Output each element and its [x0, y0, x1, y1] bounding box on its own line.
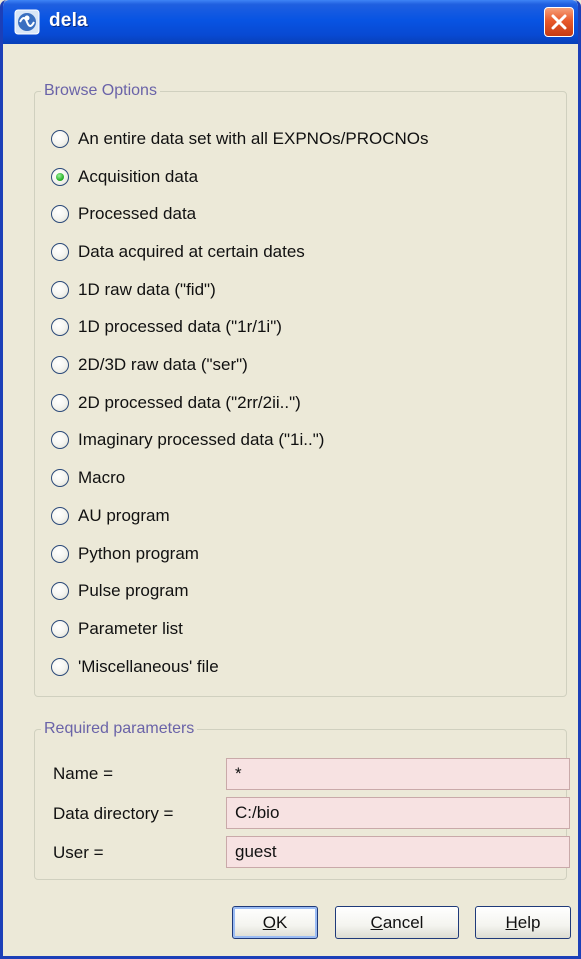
browse-options-legend: Browse Options [44, 82, 157, 99]
radio-label: Processed data [78, 204, 197, 223]
radio-indicator[interactable] [51, 582, 69, 600]
radio-label: Parameter list [78, 619, 183, 638]
radio-au-program[interactable]: AU program [51, 503, 170, 529]
radio-imaginary-processed-data[interactable]: Imaginary processed data ("1i..") [51, 427, 324, 453]
radio-indicator[interactable] [51, 356, 69, 374]
radio-1d-processed-data[interactable]: 1D processed data ("1r/1i") [51, 314, 282, 340]
dela-dialog: dela Browse Options An entire data set w… [0, 0, 581, 959]
radio-acquisition-data[interactable]: Acquisition data [51, 164, 198, 190]
window-title: dela [49, 10, 88, 31]
radio-label: 2D/3D raw data ("ser") [78, 355, 248, 374]
radio-2d3d-raw-data[interactable]: 2D/3D raw data ("ser") [51, 352, 248, 378]
name-label: Name = [53, 764, 113, 783]
name-field[interactable] [226, 758, 570, 790]
radio-label: 2D processed data ("2rr/2ii..") [78, 393, 301, 412]
cancel-label-rest: ancel [382, 912, 424, 932]
radio-indicator[interactable] [51, 168, 69, 186]
ok-button[interactable]: OK [232, 906, 318, 939]
radio-data-by-date[interactable]: Data acquired at certain dates [51, 239, 305, 265]
radio-miscellaneous-file[interactable]: 'Miscellaneous' file [51, 654, 219, 680]
radio-indicator[interactable] [51, 658, 69, 676]
radio-processed-data[interactable]: Processed data [51, 201, 196, 227]
radio-indicator[interactable] [51, 243, 69, 261]
user-label: User = [53, 843, 104, 862]
ok-label-rest: K [275, 912, 288, 932]
radio-indicator[interactable] [51, 545, 69, 563]
radio-indicator[interactable] [51, 620, 69, 638]
help-label-rest: elp [517, 912, 541, 932]
help-mnemonic: H [505, 912, 518, 932]
radio-label: Macro [78, 468, 126, 487]
cancel-button[interactable]: Cancel [335, 906, 459, 939]
radio-label: AU program [78, 506, 170, 525]
title-bar[interactable]: dela [3, 0, 578, 44]
radio-label: 1D raw data ("fid") [78, 280, 216, 299]
radio-indicator[interactable] [51, 507, 69, 525]
radio-label: 1D processed data ("1r/1i") [78, 317, 282, 336]
required-parameters-legend: Required parameters [44, 720, 195, 737]
radio-label: Acquisition data [78, 167, 199, 186]
radio-indicator[interactable] [51, 318, 69, 336]
radio-indicator[interactable] [51, 205, 69, 223]
radio-indicator[interactable] [51, 394, 69, 412]
radio-macro[interactable]: Macro [51, 465, 125, 491]
radio-indicator[interactable] [51, 469, 69, 487]
radio-2d-processed-data[interactable]: 2D processed data ("2rr/2ii..") [51, 390, 301, 416]
close-button[interactable] [544, 7, 574, 37]
ok-mnemonic: O [262, 912, 276, 932]
bruker-topspin-icon [14, 9, 40, 35]
radio-label: An entire data set with all EXPNOs/PROCN… [78, 129, 429, 148]
radio-entire-data-set[interactable]: An entire data set with all EXPNOs/PROCN… [51, 126, 429, 152]
radio-indicator[interactable] [51, 431, 69, 449]
data-directory-label: Data directory = [53, 804, 174, 823]
radio-parameter-list[interactable]: Parameter list [51, 616, 183, 642]
radio-label: Python program [78, 544, 199, 563]
radio-label: Pulse program [78, 581, 189, 600]
radio-1d-raw-data[interactable]: 1D raw data ("fid") [51, 277, 216, 303]
radio-indicator[interactable] [51, 281, 69, 299]
radio-label: 'Miscellaneous' file [78, 657, 219, 676]
radio-pulse-program[interactable]: Pulse program [51, 578, 189, 604]
radio-indicator[interactable] [51, 130, 69, 148]
radio-python-program[interactable]: Python program [51, 541, 199, 567]
data-directory-field[interactable] [226, 797, 570, 829]
radio-label: Imaginary processed data ("1i..") [78, 430, 325, 449]
radio-label: Data acquired at certain dates [78, 242, 305, 261]
help-button[interactable]: Help [475, 906, 571, 939]
cancel-mnemonic: C [370, 912, 383, 932]
user-field[interactable] [226, 836, 570, 868]
close-icon [551, 14, 567, 30]
